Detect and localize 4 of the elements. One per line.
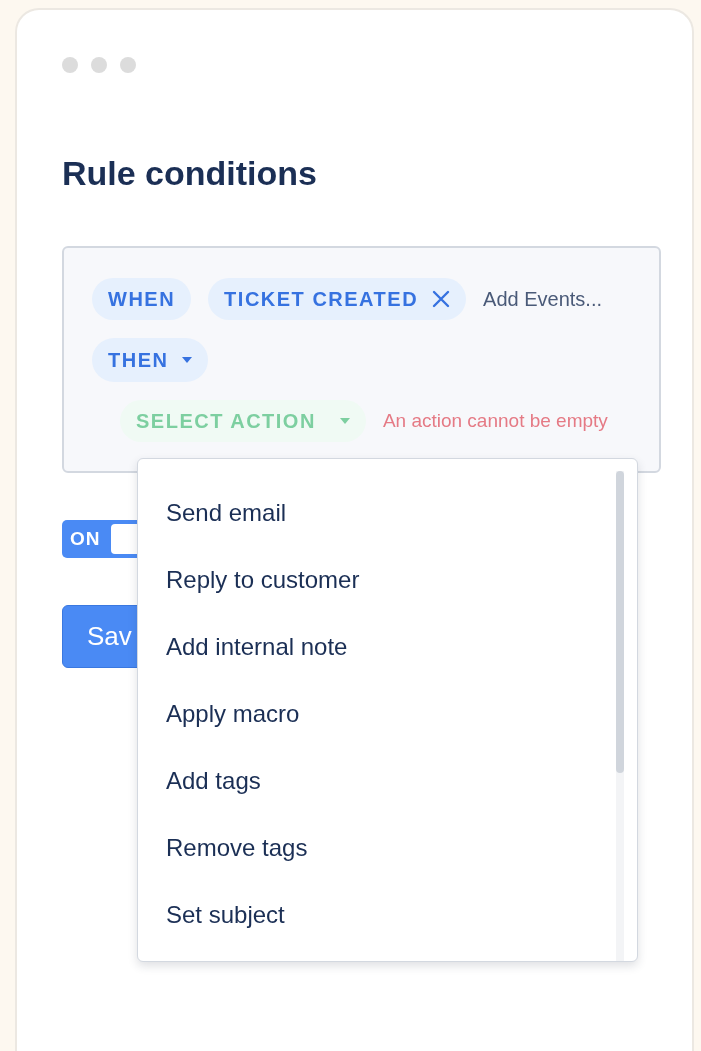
when-tag: WHEN [92, 278, 192, 320]
error-message: An action cannot be empty [382, 410, 608, 432]
section-title: Rule conditions [62, 153, 318, 193]
event-tag: TICKET CREATED [208, 278, 467, 320]
